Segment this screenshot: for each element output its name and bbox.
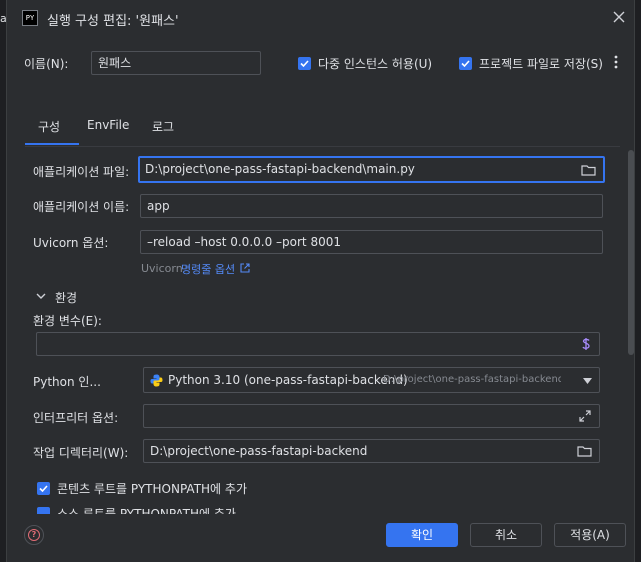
- name-label: 이름(N):: [24, 57, 69, 71]
- multi-instance-label: 다중 인스턴스 허용(U): [318, 57, 433, 71]
- multi-instance-checkbox[interactable]: [298, 57, 311, 70]
- window-title: 실행 구성 편집: '원패스': [47, 14, 179, 29]
- working-directory-input[interactable]: D:\project\one-pass-fastapi-backend: [143, 439, 600, 463]
- help-icon: ?: [28, 529, 40, 541]
- external-link-icon: [240, 263, 250, 273]
- cli-options-link[interactable]: 명령줄 옵션: [181, 261, 250, 277]
- source-roots-checkbox[interactable]: [37, 507, 50, 514]
- working-directory-value: D:\project\one-pass-fastapi-backend: [150, 444, 368, 458]
- app-file-input[interactable]: D:\project\one-pass-fastapi-backend\main…: [138, 156, 605, 183]
- app-name-input[interactable]: app: [140, 194, 603, 218]
- uvicorn-options-input[interactable]: –reload –host 0.0.0.0 –port 8001: [140, 230, 603, 254]
- more-vertical-icon: [614, 55, 618, 69]
- cancel-button[interactable]: 취소: [470, 523, 542, 547]
- title-bar: PY 실행 구성 편집: '원패스': [7, 0, 634, 36]
- app-name-label: 애플리케이션 이름:: [33, 200, 130, 214]
- background-right: [635, 0, 641, 562]
- check-icon: [300, 60, 309, 68]
- name-input[interactable]: 원패스: [91, 51, 261, 75]
- interpreter-options-label: 인터프리터 옵션:: [33, 411, 119, 425]
- interpreter-options-input[interactable]: [143, 404, 600, 428]
- uvicorn-hint: Uvicorn: [141, 262, 183, 275]
- save-project-checkbox[interactable]: [459, 57, 472, 70]
- python-interpreter-path: D:\project\one-pass-fastapi-backend\ve: [383, 374, 561, 385]
- clipped-row: 소스 루트를 PYTHONPATH에 추가: [25, 505, 620, 514]
- env-vars-label: 환경 변수(E):: [33, 314, 102, 328]
- uvicorn-options-label: Uvicorn 옵션:: [33, 236, 109, 250]
- cli-options-link-text: 명령줄 옵션: [181, 263, 236, 276]
- app-file-value: D:\project\one-pass-fastapi-backend\main…: [145, 162, 415, 176]
- check-icon: [39, 485, 48, 493]
- app-icon: PY: [22, 10, 38, 26]
- more-options-button[interactable]: [614, 55, 620, 69]
- source-roots-label: 소스 루트를 PYTHONPATH에 추가: [57, 507, 236, 514]
- app-file-label: 애플리케이션 파일:: [33, 165, 130, 179]
- active-tab-indicator: [25, 143, 79, 145]
- close-icon: [613, 11, 625, 23]
- folder-icon[interactable]: [581, 164, 596, 176]
- content-roots-checkbox[interactable]: [37, 482, 50, 495]
- python-interpreter-label: Python 인...: [33, 375, 101, 389]
- tab-logs[interactable]: 로그: [152, 118, 174, 135]
- env-vars-input[interactable]: [36, 332, 600, 356]
- python-icon: [150, 374, 163, 387]
- check-icon: [461, 60, 470, 68]
- environment-section-header[interactable]: 환경: [55, 289, 77, 306]
- tab-configuration[interactable]: 구성: [38, 118, 60, 135]
- expand-icon[interactable]: [579, 410, 591, 422]
- working-directory-label: 작업 디렉터리(W):: [33, 446, 129, 460]
- scrollbar[interactable]: [628, 150, 634, 355]
- tab-envfile[interactable]: EnvFile: [87, 118, 129, 132]
- python-interpreter-select[interactable]: Python 3.10 (one-pass-fastapi-backend) D…: [143, 367, 600, 393]
- ok-button[interactable]: 확인: [386, 523, 458, 547]
- content-roots-label: 콘텐츠 루트를 PYTHONPATH에 추가: [57, 482, 247, 496]
- folder-icon[interactable]: [577, 445, 592, 457]
- apply-button[interactable]: 적용(A): [554, 523, 626, 547]
- save-project-label: 프로젝트 파일로 저장(S): [479, 57, 603, 71]
- help-button[interactable]: ?: [24, 525, 44, 545]
- python-interpreter-value: Python 3.10 (one-pass-fastapi-backend): [168, 373, 408, 387]
- dollar-icon[interactable]: [581, 337, 591, 351]
- chevron-down-icon[interactable]: [36, 292, 46, 300]
- close-button[interactable]: [610, 8, 628, 26]
- dropdown-arrow-icon: [583, 378, 592, 384]
- run-config-dialog: PY 실행 구성 편집: '원패스' 이름(N): 원패스 다중 인스턴스 허용…: [6, 0, 635, 562]
